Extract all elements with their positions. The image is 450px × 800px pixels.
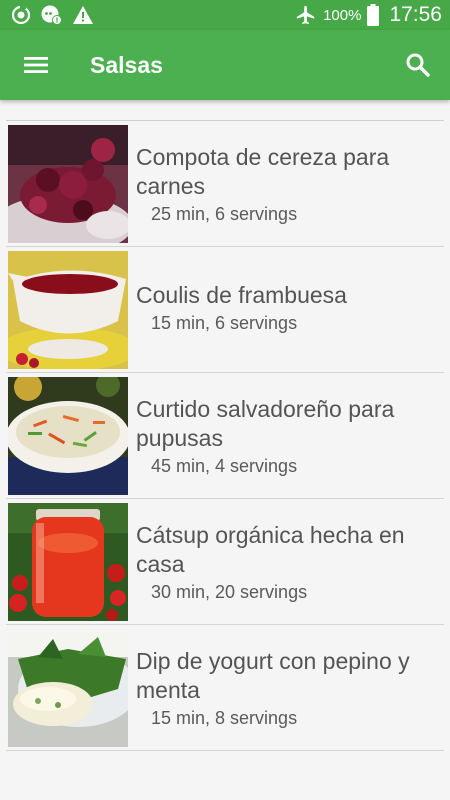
recipe-row[interactable]: Curtido salvadoreño para pupusas 45 min,…: [6, 373, 444, 499]
clock: 17:56: [389, 3, 442, 26]
recipe-title: Coulis de frambuesa: [136, 282, 347, 308]
recipe-title: Cátsup orgánica hecha en casa: [136, 522, 405, 577]
recipe-meta: 15 min, 6 servings: [151, 313, 298, 333]
warning-icon: [73, 6, 93, 24]
search-icon: [406, 53, 430, 77]
recipe-title: Dip de yogurt con pepino y menta: [136, 648, 410, 703]
status-bar: 100% 17:56: [0, 0, 450, 30]
menu-button[interactable]: [14, 43, 58, 87]
battery-icon: [367, 4, 380, 26]
recipe-list: Compota de cereza para carnes 25 min, 6 …: [6, 120, 444, 751]
recipe-thumbnail: [8, 251, 128, 369]
notification-icons: [10, 4, 94, 26]
recipe-meta: 30 min, 20 servings: [151, 582, 308, 602]
recipe-info: Curtido salvadoreño para pupusas 45 min,…: [136, 395, 440, 477]
recipe-row[interactable]: Compota de cereza para carnes 25 min, 6 …: [6, 121, 444, 247]
recipe-thumbnail: [8, 125, 128, 243]
chat-bubble-icon: [41, 5, 62, 25]
search-button[interactable]: [396, 43, 440, 87]
recipe-info: Compota de cereza para carnes 25 min, 6 …: [136, 143, 440, 225]
recipe-meta: 25 min, 6 servings: [151, 204, 298, 224]
recipe-title: Curtido salvadoreño para pupusas: [136, 396, 395, 451]
recipe-row[interactable]: Coulis de frambuesa 15 min, 6 servings: [6, 247, 444, 373]
recipe-row[interactable]: Cátsup orgánica hecha en casa 30 min, 20…: [6, 499, 444, 625]
recipe-meta: 15 min, 8 servings: [151, 708, 298, 728]
recipe-thumbnail: [8, 377, 128, 495]
app-bar: Salsas: [0, 30, 450, 100]
system-status: 100% 17:56: [295, 0, 442, 30]
recipe-meta: 45 min, 4 servings: [151, 456, 298, 476]
page-title: Salsas: [90, 52, 163, 78]
hamburger-menu-icon: [24, 57, 48, 73]
sync-icon: [11, 5, 31, 25]
recipe-row[interactable]: Dip de yogurt con pepino y menta 15 min,…: [6, 625, 444, 751]
recipe-info: Cátsup orgánica hecha en casa 30 min, 20…: [136, 521, 440, 603]
airplane-mode-icon: [296, 5, 315, 25]
battery-percentage: 100%: [323, 6, 362, 24]
recipe-thumbnail: [8, 629, 128, 747]
recipe-info: Dip de yogurt con pepino y menta 15 min,…: [136, 647, 440, 729]
recipe-info: Coulis de frambuesa 15 min, 6 servings: [136, 281, 440, 334]
recipe-thumbnail: [8, 503, 128, 621]
recipe-title: Compota de cereza para carnes: [136, 144, 390, 199]
